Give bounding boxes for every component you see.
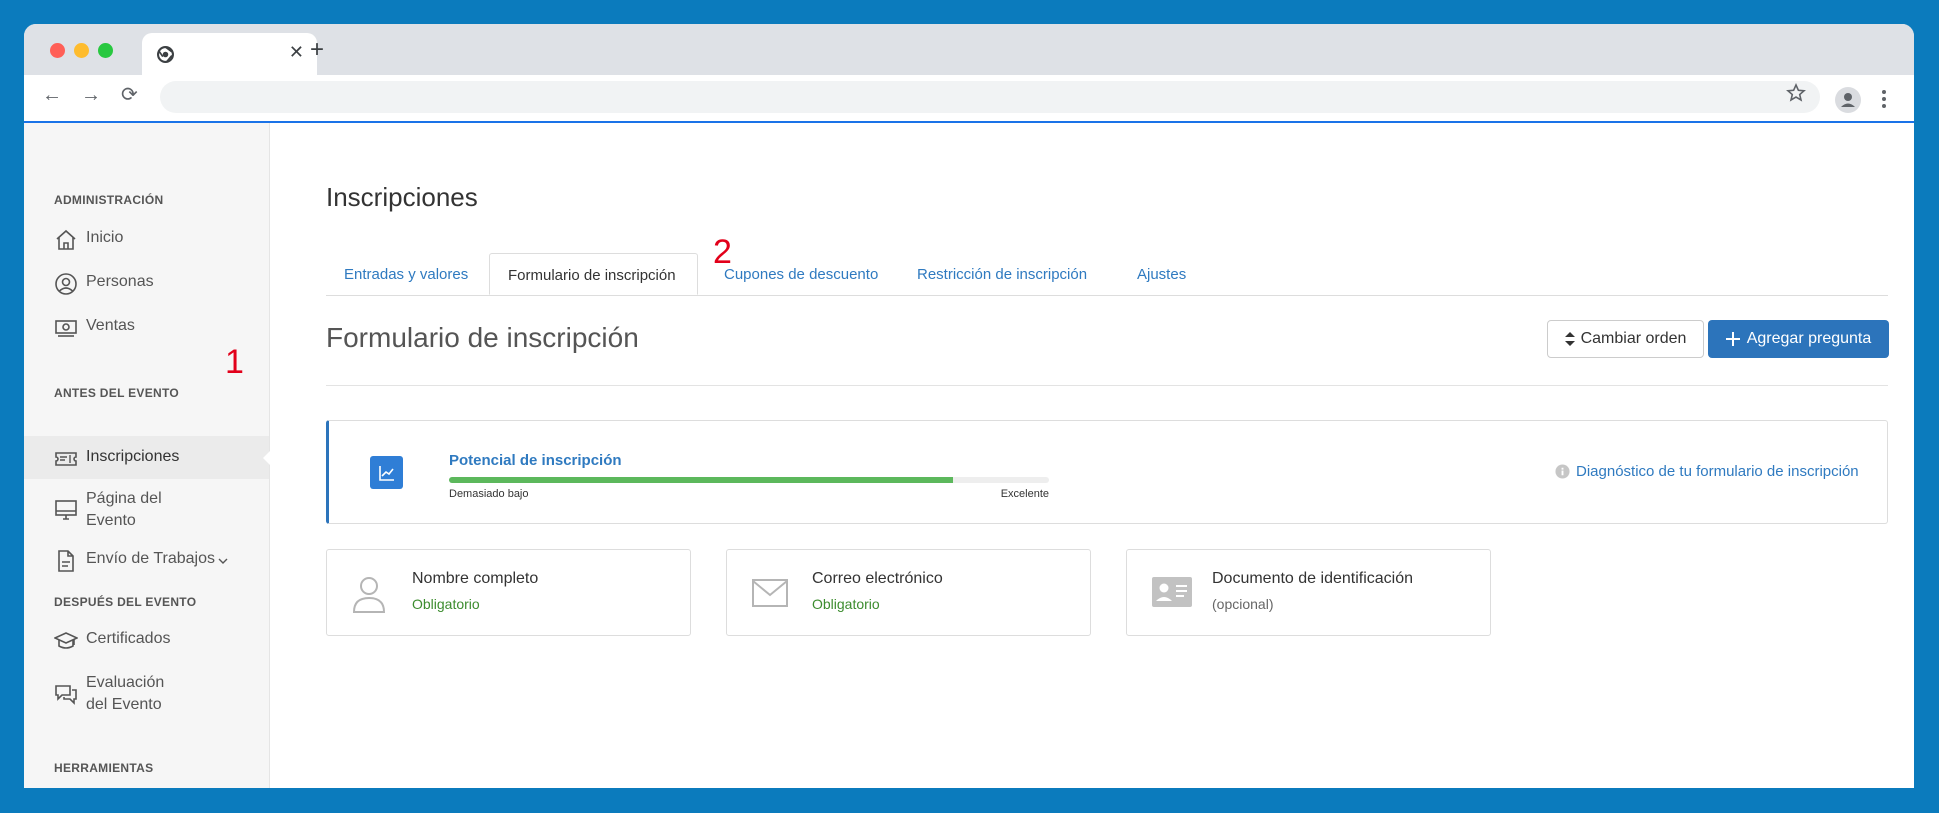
field-status: Obligatorio [412, 596, 480, 612]
envelope-icon [752, 579, 788, 607]
sidebar-item-inicio[interactable]: Inicio [54, 227, 123, 252]
close-window-button[interactable] [50, 43, 65, 58]
sidebar-item-label: Inicio [86, 229, 124, 246]
change-order-button[interactable]: Cambiar orden [1547, 320, 1704, 358]
add-question-label: Agregar pregunta [1746, 330, 1872, 347]
potential-high-label: Excelente [1000, 488, 1049, 500]
profile-avatar-icon[interactable] [1835, 87, 1861, 113]
sidebar-item-evaluacion-del-evento[interactable]: Evaluación del Evento [54, 672, 164, 716]
potential-progress-fill [449, 477, 953, 483]
sidebar-item-label: Inscripciones [86, 448, 180, 465]
section-title-antes-del-evento: ANTES DEL EVENTO [54, 386, 180, 400]
registration-potential-panel: Potencial de inscripción Demasiado bajo … [326, 420, 1888, 524]
sidebar-item-envio-de-trabajos[interactable]: Envío de Trabajos [54, 548, 229, 573]
sidebar-item-ventas[interactable]: Ventas [54, 315, 135, 340]
change-order-label: Cambiar orden [1580, 330, 1687, 347]
page-title: Inscripciones [326, 182, 478, 212]
sidebar-item-personas[interactable]: Personas [54, 271, 154, 296]
field-name: Nombre completo [412, 570, 539, 587]
field-name: Documento de identificación [1212, 570, 1414, 587]
monitor-icon [55, 500, 77, 520]
back-icon[interactable]: ← [42, 85, 62, 105]
sidebar-item-label: Ventas [86, 317, 135, 334]
main-content: Inscripciones 2 Entradas y valores Formu… [270, 123, 1914, 788]
annotation-marker-1: 1 [225, 343, 244, 381]
divider [326, 385, 1888, 386]
address-bar[interactable] [160, 81, 1820, 113]
field-card-nombre-completo[interactable]: Nombre completo Obligatorio [326, 549, 691, 636]
diagnostic-link[interactable]: Diagnóstico de tu formulario de inscripc… [1555, 463, 1859, 480]
field-status: (opcional) [1212, 596, 1274, 612]
person-circle-icon [55, 273, 77, 295]
tab-entradas-y-valores[interactable]: Entradas y valores [326, 253, 486, 295]
tab-cupones-de-descuento[interactable]: Cupones de descuento [706, 253, 896, 295]
potential-title: Potencial de inscripción [449, 452, 622, 469]
sidebar-item-label: Evaluación [86, 674, 165, 691]
sidebar-item-label: del Evento [86, 696, 162, 713]
field-name: Correo electrónico [812, 570, 943, 587]
ticket-icon [55, 452, 77, 466]
section-title-herramientas: HERRAMIENTAS [54, 761, 154, 775]
tab-restriccion-de-inscripcion[interactable]: Restricción de inscripción [899, 253, 1105, 295]
plus-icon [1725, 332, 1740, 346]
minimize-window-button[interactable] [74, 43, 89, 58]
tab-ajustes[interactable]: Ajustes [1119, 253, 1204, 295]
browser-toolbar: ← → ⟳ [24, 75, 1914, 123]
sidebar-item-label: Evento [86, 512, 136, 529]
sidebar-item-label: Personas [86, 273, 154, 290]
field-card-correo-electronico[interactable]: Correo electrónico Obligatorio [726, 549, 1091, 636]
bookmark-star-icon[interactable] [1786, 83, 1806, 103]
sidebar: ADMINISTRACIÓN Inicio Personas Ventas AN… [24, 123, 272, 788]
browser-menu-icon[interactable] [1882, 90, 1886, 111]
diagnostic-link-label: Diagnóstico de tu formulario de inscripc… [1576, 463, 1859, 480]
sidebar-item-pagina-del-evento[interactable]: Página del Evento [54, 488, 162, 532]
sidebar-item-inscripciones[interactable]: Inscripciones [54, 446, 179, 471]
money-icon [55, 320, 77, 337]
home-icon [56, 229, 76, 250]
maximize-window-button[interactable] [98, 43, 113, 58]
sort-icon [1564, 332, 1575, 346]
close-tab-icon[interactable]: ✕ [289, 42, 304, 63]
section-title: Formulario de inscripción [326, 322, 639, 353]
tab-formulario-de-inscripcion[interactable]: Formulario de inscripción [489, 253, 698, 295]
section-title-administracion: ADMINISTRACIÓN [54, 193, 164, 207]
sidebar-item-label: Envío de Trabajos [86, 550, 215, 567]
browser-tab[interactable]: ✕ [142, 33, 317, 75]
graduation-cap-icon [54, 632, 78, 649]
chart-line-icon [370, 456, 403, 489]
window-controls [50, 43, 113, 58]
sidebar-item-certificados[interactable]: Certificados [54, 628, 170, 653]
chrome-icon [157, 46, 174, 63]
chevron-down-icon [218, 558, 228, 564]
tab-strip: Entradas y valores Formulario de inscrip… [326, 253, 1888, 296]
potential-progress-bar [449, 477, 1049, 483]
new-tab-icon[interactable]: + [310, 38, 324, 62]
tab-bar: ✕ + [24, 24, 1914, 75]
document-icon [58, 550, 74, 572]
sidebar-item-label: Certificados [86, 630, 171, 647]
field-card-documento-de-identificacion[interactable]: Documento de identificación (opcional) [1126, 549, 1491, 636]
user-icon [352, 577, 386, 613]
sidebar-item-label-group: Página del Evento [86, 488, 162, 532]
info-icon [1555, 464, 1570, 479]
id-card-icon [1152, 577, 1192, 607]
sidebar-item-label-group: Evaluación del Evento [86, 672, 164, 716]
forward-icon[interactable]: → [81, 85, 101, 105]
browser-window: ✕ + ← → ⟳ ADMINISTRACIÓN Inicio Personas [24, 24, 1914, 788]
potential-low-label: Demasiado bajo [449, 488, 529, 500]
field-status: Obligatorio [812, 596, 880, 612]
sidebar-item-label: Página del [86, 490, 162, 507]
add-question-button[interactable]: Agregar pregunta [1708, 320, 1889, 358]
chat-bubbles-icon [55, 685, 77, 705]
reload-icon[interactable]: ⟳ [121, 85, 138, 105]
section-title-despues-del-evento: DESPUÉS DEL EVENTO [54, 595, 197, 609]
